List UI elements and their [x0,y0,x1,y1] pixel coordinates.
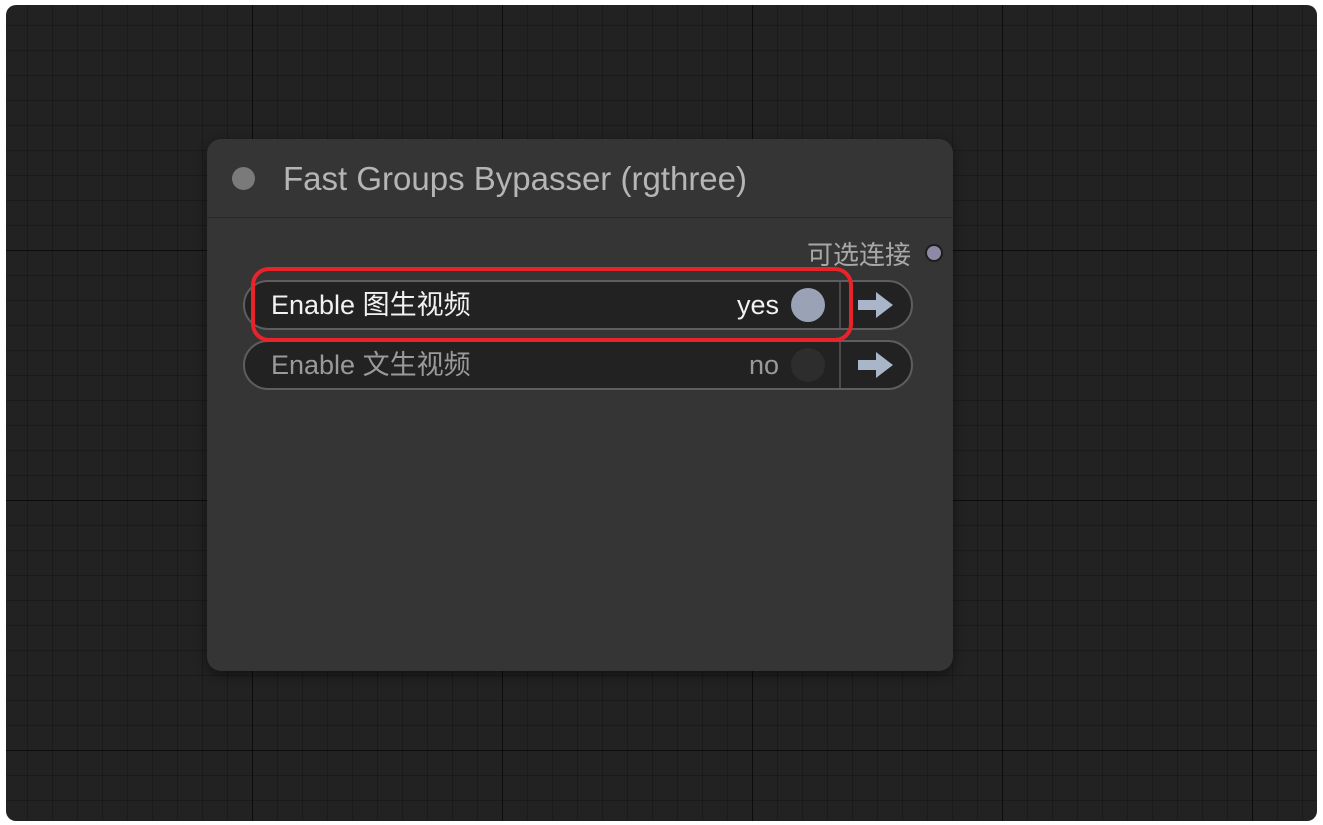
toggle-row-text-to-video[interactable]: Enable 文生视频 no [243,340,913,390]
toggle-label: Enable 图生视频 [271,290,471,320]
fast-groups-bypasser-node[interactable]: Fast Groups Bypasser (rgthree) 可选连接 Enab… [207,139,953,671]
toggle-knob-on[interactable] [791,288,825,322]
graph-canvas[interactable]: Fast Groups Bypasser (rgthree) 可选连接 Enab… [6,5,1317,821]
arrow-right-icon [858,352,893,378]
output-slot-dot[interactable] [925,244,943,262]
toggle-label: Enable 文生视频 [271,350,471,380]
optional-connection-output: 可选连接 [806,237,943,271]
arrow-right-icon [858,292,893,318]
toggle-row-image-to-video[interactable]: Enable 图生视频 yes [243,280,913,330]
toggle-state: no [748,350,779,380]
node-collapse-dot[interactable] [232,167,255,190]
node-title: Fast Groups Bypasser (rgthree) [283,160,747,197]
go-to-group-button[interactable] [841,342,911,388]
toggle-state: yes [736,290,779,320]
toggle-knob-off[interactable] [791,348,825,382]
output-label: 可选连接 [806,240,911,271]
node-header[interactable]: Fast Groups Bypasser (rgthree) [207,139,953,218]
go-to-group-button[interactable] [841,282,911,328]
